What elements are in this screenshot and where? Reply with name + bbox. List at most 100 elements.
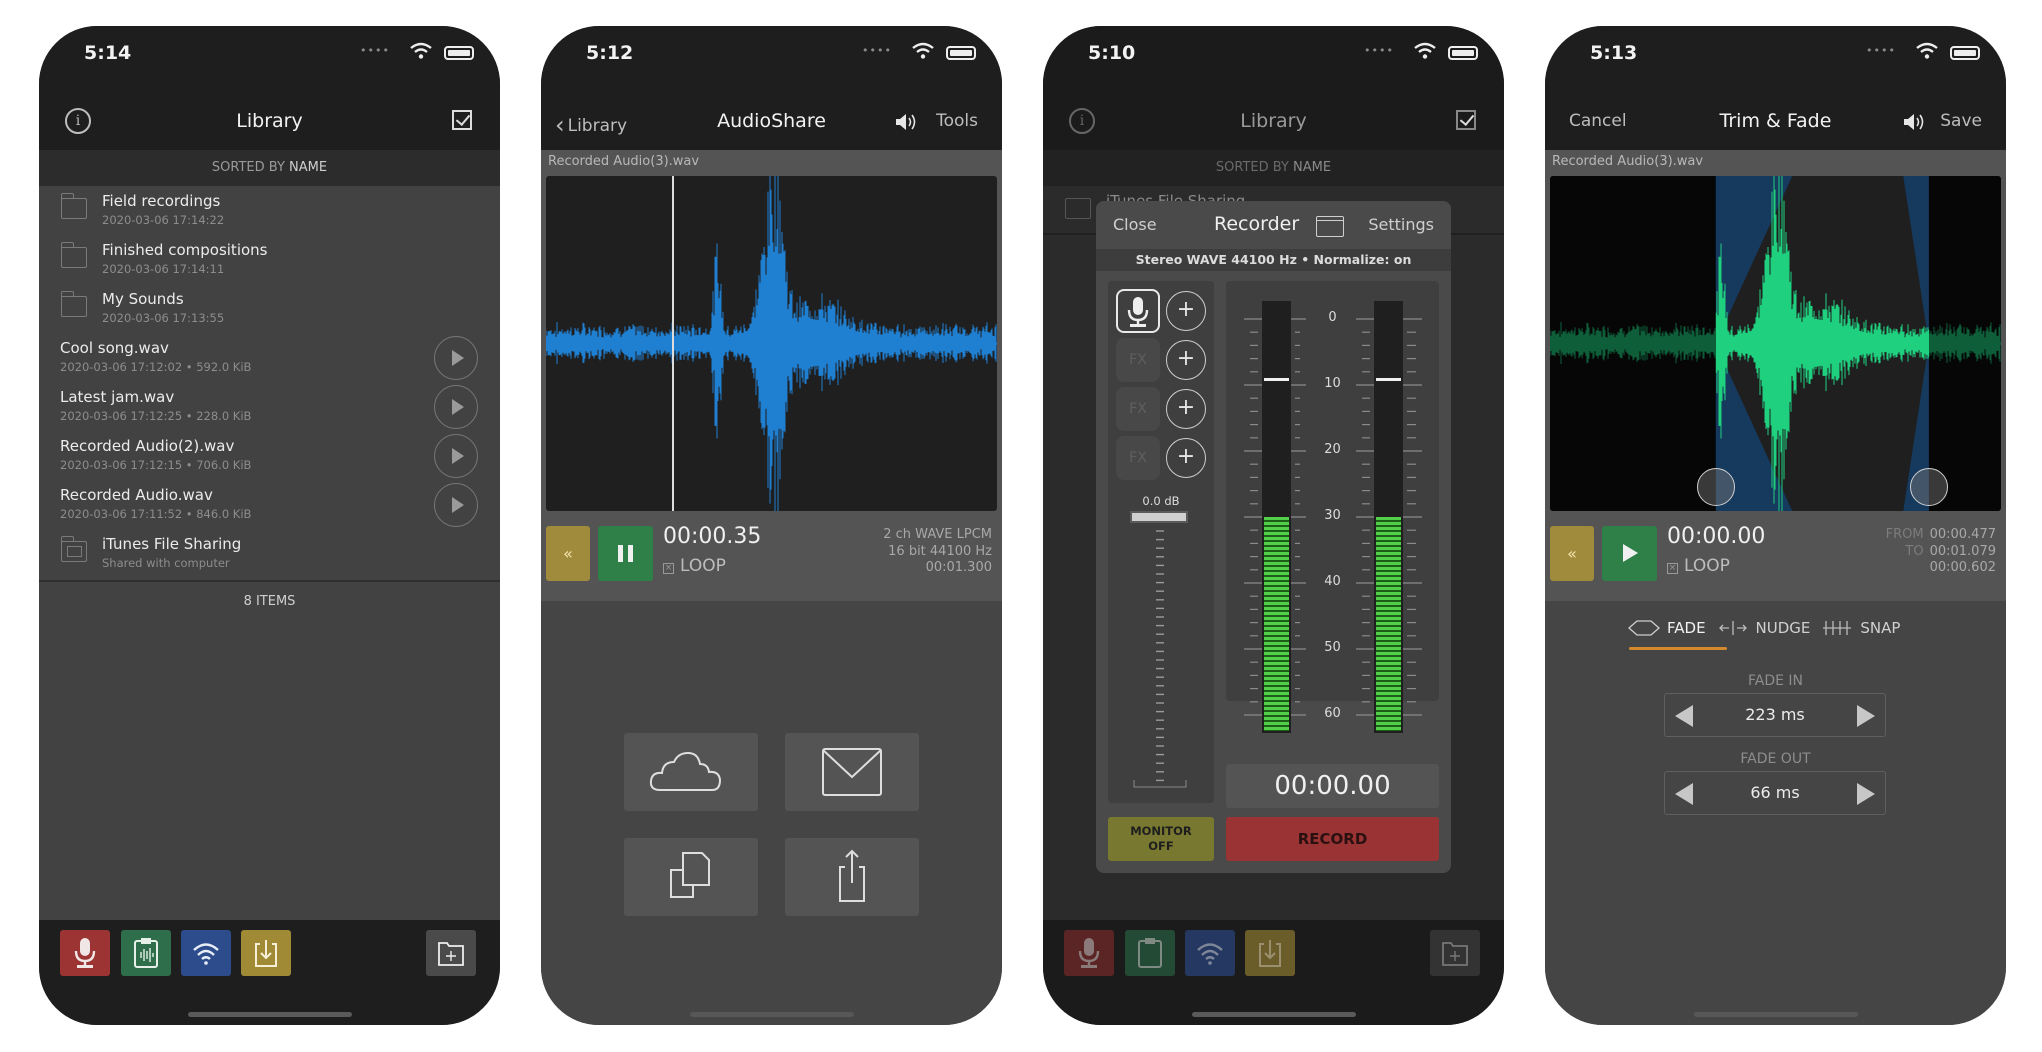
folder-icon[interactable] <box>1315 216 1344 237</box>
list-item-folder[interactable]: My Sounds 2020-03-06 17:13:55 <box>39 284 500 333</box>
list-item-file[interactable]: Recorded Audio.wav 2020-03-06 17:11:52 •… <box>39 480 500 529</box>
speaker-icon[interactable] <box>1902 112 1926 132</box>
fade-out-increase-button[interactable] <box>1857 783 1875 805</box>
save-button[interactable]: Save <box>1940 111 1982 131</box>
format-duration: 00:01.300 <box>925 560 992 575</box>
tab-snap[interactable]: SNAP <box>1820 619 1900 637</box>
item-title: iTunes File Sharing <box>102 535 242 553</box>
waveform-view[interactable] <box>1550 176 2001 511</box>
wifi-tool-button[interactable] <box>1185 930 1235 976</box>
fade-out-label: FADE OUT <box>1740 751 1811 767</box>
clipboard-tool-button[interactable] <box>1125 930 1175 976</box>
phone-player: 5:12 •••• ‹ Library AudioShare Tools Reco… <box>541 26 1002 1025</box>
list-item-file[interactable]: Cool song.wav 2020-03-06 17:12:02 • 592.… <box>39 333 500 382</box>
loop-toggle[interactable]: × LOOP <box>1667 556 1730 576</box>
sort-bar[interactable]: SORTED BY NAME <box>1043 150 1504 186</box>
monitor-toggle-button[interactable]: MONITOR OFF <box>1108 817 1214 861</box>
record-tool-button[interactable] <box>60 930 110 976</box>
playhead[interactable] <box>672 176 674 511</box>
add-input-button[interactable]: + <box>1166 291 1206 331</box>
record-tool-button[interactable] <box>1064 930 1114 976</box>
home-indicator[interactable] <box>689 1012 854 1017</box>
item-date: 2020-03-06 17:14:22 <box>102 213 225 227</box>
fx-slot-1[interactable]: FX <box>1116 338 1160 382</box>
pause-button[interactable] <box>598 526 653 581</box>
fade-in-increase-button[interactable] <box>1857 705 1875 727</box>
list-item-folder[interactable]: Field recordings 2020-03-06 17:14:22 <box>39 186 500 235</box>
folder-icon <box>60 291 87 317</box>
gain-fader-knob[interactable] <box>1130 511 1188 523</box>
list-item-file[interactable]: Recorded Audio(2).wav 2020-03-06 17:12:1… <box>39 431 500 480</box>
fade-out-value: 66 ms <box>1750 783 1800 802</box>
fx-slot-3[interactable]: FX <box>1116 436 1160 480</box>
item-details: 2020-03-06 17:12:15 • 706.0 KiB <box>60 458 252 472</box>
fade-in-label: FADE IN <box>1747 673 1804 689</box>
wifi-status-icon <box>1414 42 1436 59</box>
loop-checkbox-icon: × <box>663 563 674 574</box>
format-info: 2 ch WAVE LPCM 16 bit 44100 Hz 00:01.300 <box>883 527 992 577</box>
import-tool-button[interactable] <box>1245 930 1295 976</box>
tab-fade[interactable]: FADE <box>1627 619 1706 637</box>
tab-label: SNAP <box>1860 619 1901 637</box>
wifi-status-icon <box>912 42 934 59</box>
file-name: Recorded Audio(3).wav <box>541 150 1002 176</box>
status-time: 5:12 <box>586 42 634 64</box>
play-button[interactable] <box>1602 526 1657 581</box>
file-name: Recorded Audio(3).wav <box>1545 150 2006 176</box>
playback-time: 00:00.35 <box>663 524 762 549</box>
tools-button[interactable]: Tools <box>936 111 978 131</box>
sort-bar[interactable]: SORTED BY NAME <box>39 150 500 186</box>
nav-bar: Cancel Trim & Fade Save <box>1545 96 2006 150</box>
play-button[interactable] <box>434 336 478 380</box>
rewind-button[interactable]: « <box>1550 526 1594 581</box>
play-button[interactable] <box>434 385 478 429</box>
list-item-itunes-sharing[interactable]: iTunes File Sharing Shared with computer <box>39 529 500 578</box>
file-list: Field recordings 2020-03-06 17:14:22 Fin… <box>39 186 500 578</box>
add-fx-button[interactable]: + <box>1166 438 1206 478</box>
select-checkbox-icon[interactable] <box>1456 110 1476 130</box>
speaker-icon[interactable] <box>894 112 918 132</box>
monitor-state: OFF <box>1148 839 1174 853</box>
status-bar: 5:14 •••• <box>39 26 500 106</box>
record-button[interactable]: RECORD <box>1226 817 1439 861</box>
fx-slot-2[interactable]: FX <box>1116 387 1160 431</box>
list-item-file[interactable]: Latest jam.wav 2020-03-06 17:12:25 • 228… <box>39 382 500 431</box>
close-button[interactable]: Close <box>1113 215 1157 234</box>
item-date: 2020-03-06 17:14:11 <box>102 262 225 276</box>
home-indicator[interactable] <box>1191 1012 1356 1017</box>
import-tool-button[interactable] <box>241 930 291 976</box>
trim-end-handle[interactable] <box>1909 468 1948 506</box>
home-indicator[interactable] <box>187 1012 352 1017</box>
add-fx-button[interactable]: + <box>1166 389 1206 429</box>
waveform-view[interactable] <box>546 176 997 511</box>
clipboard-tool-button[interactable] <box>121 930 171 976</box>
new-folder-button[interactable] <box>426 930 476 976</box>
share-sheet-button[interactable] <box>785 838 919 916</box>
new-folder-button[interactable] <box>1430 930 1480 976</box>
add-fx-button[interactable]: + <box>1166 340 1206 380</box>
sort-prefix: SORTED BY <box>211 160 285 175</box>
loop-toggle[interactable]: × LOOP <box>663 556 726 576</box>
wifi-tool-button[interactable] <box>181 930 231 976</box>
list-item-folder[interactable]: Finished compositions 2020-03-06 17:14:1… <box>39 235 500 284</box>
item-date: 2020-03-06 17:13:55 <box>102 311 225 325</box>
fade-in-stepper: 223 ms <box>1664 693 1886 737</box>
copy-button[interactable] <box>624 838 758 916</box>
phone-library: 5:14 •••• i Library SORTED BY NAME Field… <box>39 26 500 1025</box>
trim-start-handle[interactable] <box>1696 468 1735 506</box>
mail-share-button[interactable] <box>785 733 919 811</box>
computer-folder-icon <box>1065 198 1091 219</box>
fade-icon <box>1628 620 1660 636</box>
tool-tabs: FADE NUDGE SNAP <box>1627 613 1900 643</box>
settings-button[interactable]: Settings <box>1368 215 1434 234</box>
play-button[interactable] <box>434 483 478 527</box>
play-button[interactable] <box>434 434 478 478</box>
cloud-share-button[interactable] <box>624 733 758 811</box>
tab-nudge[interactable]: NUDGE <box>1716 619 1810 637</box>
mic-input-button[interactable] <box>1116 289 1160 333</box>
home-indicator[interactable] <box>1693 1012 1858 1017</box>
rewind-button[interactable]: « <box>546 526 590 581</box>
select-checkbox-icon[interactable] <box>452 110 472 130</box>
item-title: Latest jam.wav <box>60 388 175 406</box>
status-time: 5:13 <box>1590 42 1638 64</box>
